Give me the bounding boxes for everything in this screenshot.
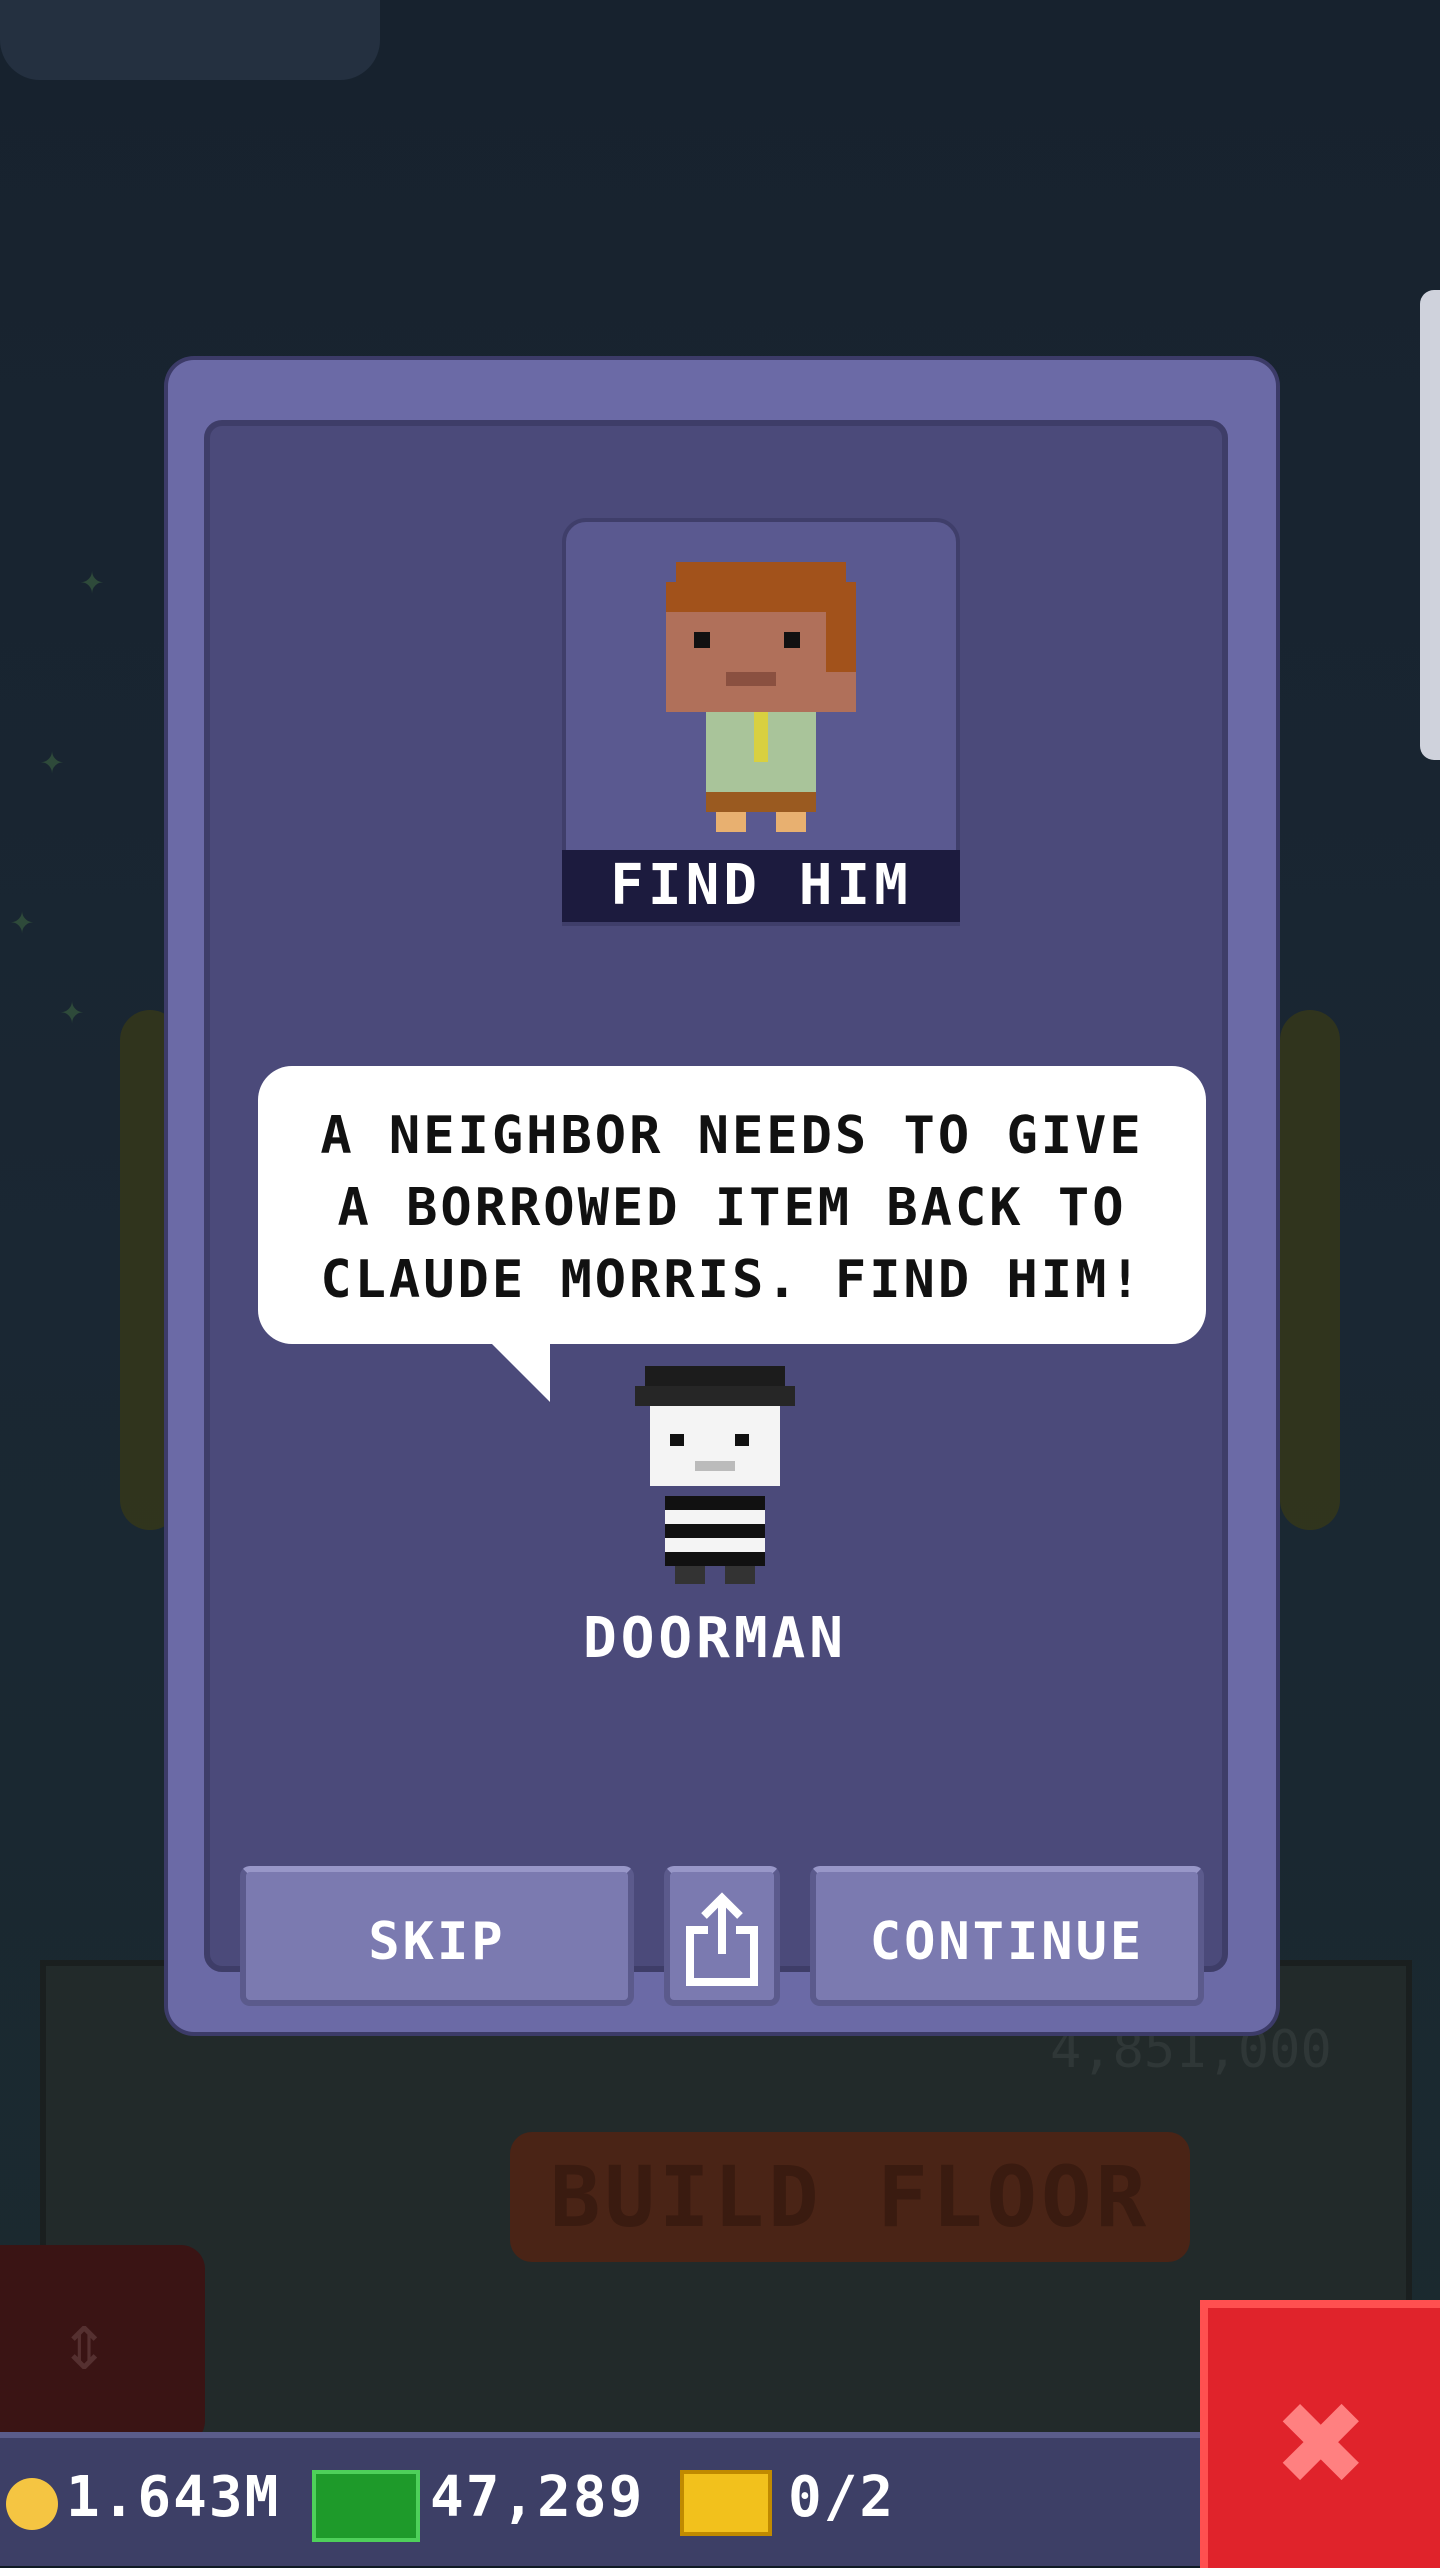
star-icon: ✦	[40, 737, 65, 783]
speech-bubble-tail	[490, 1342, 550, 1402]
tickets-count: 0/2	[788, 2465, 896, 2530]
speech-bubble: A NEIGHBOR NEEDS TO GIVE A BORROWED ITEM…	[258, 1066, 1206, 1344]
bux-count: 47,289	[430, 2465, 645, 2530]
dialog-panel: FIND HIM A NEIGHBOR NEEDS TO GIVE A BORR…	[204, 420, 1228, 2006]
side-panel-tab[interactable]	[1420, 290, 1440, 760]
skip-button[interactable]: SKIP	[240, 1866, 634, 2006]
continue-button[interactable]: CONTINUE	[810, 1866, 1204, 2006]
star-icon: ✦	[60, 987, 85, 1033]
ticket-icon	[680, 2470, 772, 2536]
find-him-label: FIND HIM	[562, 850, 960, 922]
speaker-name: DOORMAN	[582, 1606, 847, 1671]
coin-icon	[6, 2478, 58, 2530]
bux-icon	[312, 2470, 420, 2542]
cloud	[0, 0, 380, 80]
star-icon: ✦	[10, 897, 35, 943]
doorman-avatar-icon	[635, 1366, 795, 1584]
mission-dialog: FIND HIM A NEIGHBOR NEEDS TO GIVE A BORR…	[168, 360, 1276, 2032]
build-floor-button[interactable]: BUILD FLOOR	[510, 2132, 1190, 2262]
elevator-arrows-icon: ⇕	[60, 2295, 109, 2388]
close-icon: ✖	[1278, 2356, 1369, 2530]
resident-avatar-icon	[666, 562, 856, 832]
share-icon	[686, 1892, 758, 1986]
dialog-message: A NEIGHBOR NEEDS TO GIVE A BORROWED ITEM…	[320, 1106, 1144, 1310]
window-glow	[1280, 1010, 1340, 1530]
elevator-button[interactable]: ⇕	[0, 2245, 205, 2445]
coins-count: 1.643M	[66, 2465, 281, 2530]
close-button[interactable]: ✖	[1200, 2300, 1440, 2568]
star-icon: ✦	[80, 557, 105, 603]
share-button[interactable]	[664, 1866, 780, 2006]
